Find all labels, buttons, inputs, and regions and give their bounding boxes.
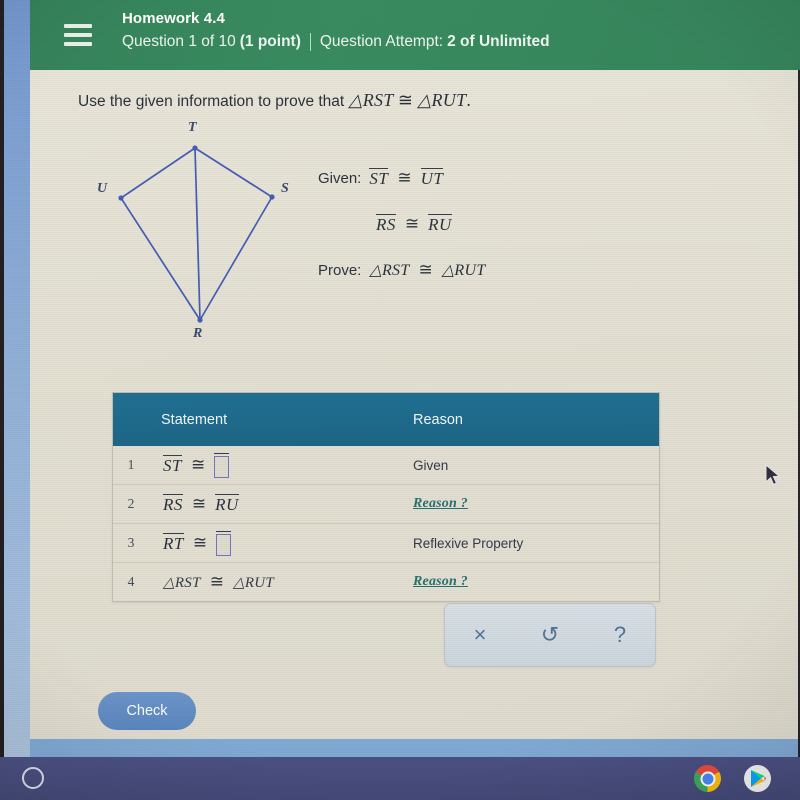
reason-text: Given xyxy=(413,457,449,473)
help-icon[interactable]: ? xyxy=(597,615,643,655)
statement-congruent: ≅ xyxy=(191,494,207,513)
table-row: 1 ST ≅ Given xyxy=(113,446,659,485)
prompt-congruent: ≅ xyxy=(397,90,414,110)
reason-link[interactable]: Reason ? xyxy=(413,496,468,512)
blank-input-box[interactable] xyxy=(214,455,230,478)
vertex-label-T: T xyxy=(188,120,197,135)
prove-left: △RST xyxy=(369,262,410,279)
table-row: 2 RS ≅ RU Reason ? xyxy=(113,485,659,524)
proof-table-header: Statement Reason xyxy=(113,393,659,446)
row-number: 2 xyxy=(127,496,135,511)
blank-input-box[interactable] xyxy=(216,533,232,556)
screenshot-root: Homework 4.4 Question 1 of 10 (1 point) … xyxy=(0,0,800,800)
check-button[interactable]: Check xyxy=(98,692,196,730)
segment-TS xyxy=(194,147,273,198)
row-reason: Reflexive Property xyxy=(401,536,659,551)
answer-blank-3[interactable] xyxy=(216,530,232,556)
given-line-2: RS ≅ RU xyxy=(318,214,486,234)
vertex-label-U: U xyxy=(97,181,108,196)
row-statement: △RST ≅ △RUT xyxy=(149,572,401,592)
given2-left: RS xyxy=(376,214,396,235)
vertex-label-R: R xyxy=(193,326,203,341)
row-reason: Given xyxy=(401,458,659,473)
question-body: Use the given information to prove that … xyxy=(30,70,798,757)
given2-right: RU xyxy=(428,214,452,235)
browser-bottom-strip xyxy=(30,739,798,757)
taskbar xyxy=(0,757,800,800)
row-statement: ST ≅ xyxy=(149,452,401,478)
vertex-label-S: S xyxy=(281,181,289,196)
segment-UR xyxy=(120,197,201,321)
row-reason: Reason ? xyxy=(401,574,659,590)
prompt-triangle-2: △RUT xyxy=(417,90,467,110)
row-number: 4 xyxy=(127,574,135,589)
chrome-icon[interactable] xyxy=(694,765,721,792)
attempt-value: 2 of Unlimited xyxy=(447,33,550,50)
prove-right: △RUT xyxy=(441,262,486,279)
header-subtitle: Question 1 of 10 (1 point) Question Atte… xyxy=(122,33,550,51)
page-title: Homework 4.4 xyxy=(122,10,225,27)
browser-left-strip xyxy=(4,0,30,757)
row-reason: Reason ? xyxy=(401,496,659,512)
statement-left: ST xyxy=(163,455,182,476)
row-statement: RT ≅ xyxy=(149,530,401,556)
given-label: Given: xyxy=(318,169,362,187)
segment-TU xyxy=(120,147,196,199)
kite-diagram-RSTU: T U S R xyxy=(80,118,340,388)
prompt-period: . xyxy=(466,90,471,110)
given2-congruent: ≅ xyxy=(404,214,420,233)
statement-congruent: ≅ xyxy=(209,572,224,591)
overbar xyxy=(216,530,232,532)
given-prove-block: Given: ST ≅ UT RS ≅ RU Prove: △RST ≅ △RU… xyxy=(318,168,486,280)
given1-congruent: ≅ xyxy=(397,168,412,187)
play-store-glyph xyxy=(751,770,766,787)
launcher-circle-icon[interactable] xyxy=(22,767,44,789)
question-points: (1 point) xyxy=(239,33,301,50)
app-header: Homework 4.4 Question 1 of 10 (1 point) … xyxy=(30,0,800,70)
statement-left: △RST xyxy=(163,574,201,591)
row-number: 1 xyxy=(127,457,135,472)
prompt-triangle-1: △RST xyxy=(348,90,394,110)
statement-left: RT xyxy=(163,533,184,554)
hamburger-menu-icon[interactable] xyxy=(64,24,92,46)
answer-blank-1[interactable] xyxy=(214,452,230,478)
segment-TR xyxy=(194,147,201,321)
header-divider xyxy=(309,33,311,51)
segment-SR xyxy=(199,196,273,321)
row-number: 3 xyxy=(127,535,135,550)
clear-icon[interactable]: × xyxy=(457,615,503,655)
question-prompt: Use the given information to prove that … xyxy=(78,90,471,111)
prove-congruent: ≅ xyxy=(418,260,433,279)
statement-left: RS xyxy=(163,494,183,515)
statement-right: △RUT xyxy=(233,574,275,591)
table-row: 3 RT ≅ Reflexive Property xyxy=(113,524,659,563)
proof-table: Statement Reason 1 ST ≅ Given 2 RS ≅ RU … xyxy=(112,392,660,602)
column-header-statement: Statement xyxy=(161,411,228,428)
play-store-icon[interactable] xyxy=(744,765,771,792)
given-line-1: Given: ST ≅ UT xyxy=(318,168,486,188)
overbar xyxy=(214,452,230,454)
reason-text: Reflexive Property xyxy=(413,535,524,551)
statement-congruent: ≅ xyxy=(192,533,208,552)
undo-icon[interactable]: ↺ xyxy=(527,615,573,655)
statement-congruent: ≅ xyxy=(190,455,206,474)
kite-svg xyxy=(118,145,275,323)
reason-link[interactable]: Reason ? xyxy=(413,574,468,590)
column-header-reason: Reason xyxy=(413,411,463,428)
row-statement: RS ≅ RU xyxy=(149,494,401,514)
given1-right: UT xyxy=(420,168,444,189)
attempt-label: Question Attempt: xyxy=(319,33,444,50)
given1-left: ST xyxy=(369,168,389,189)
table-row: 4 △RST ≅ △RUT Reason ? xyxy=(113,563,659,601)
answer-toolbar: × ↺ ? xyxy=(444,603,656,667)
prove-line: Prove: △RST ≅ △RUT xyxy=(318,260,486,280)
prompt-lead: Use the given information to prove that xyxy=(78,93,345,110)
prove-label: Prove: xyxy=(318,261,362,279)
statement-right: RU xyxy=(215,494,239,515)
question-counter: Question 1 of 10 xyxy=(122,33,236,50)
